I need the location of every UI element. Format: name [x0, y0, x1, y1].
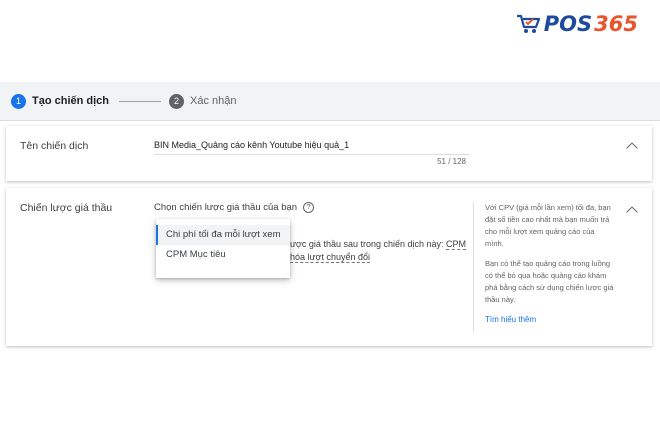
bidding-strategy-label: Chiến lược giá thầu: [20, 202, 113, 214]
character-counter: 51 / 128: [437, 157, 466, 166]
help-side-panel: Với CPV (giá mỗi lần xem) tối đa, bạn đặ…: [485, 202, 615, 326]
side-divider: [473, 202, 474, 332]
step-confirm[interactable]: 2 Xác nhận: [169, 93, 237, 109]
step-label-2: Xác nhận: [190, 95, 237, 107]
step-label-1: Tạo chiến dịch: [32, 95, 110, 107]
pos365-logo: POS 365: [516, 12, 638, 36]
cpm-link[interactable]: CPM: [446, 239, 467, 250]
partial-description-text: ược giá thầu sau trong chiến dịch này: C…: [290, 239, 467, 250]
cart-icon: [516, 14, 540, 33]
conversion-link[interactable]: hóa lượt chuyển đổi: [290, 252, 370, 263]
step-connector: [119, 100, 162, 102]
campaign-name-section: Tên chiến dịch BIN Media_Quảng cáo kênh …: [6, 126, 652, 181]
collapse-chevron-icon[interactable]: [626, 206, 638, 218]
bidding-strategy-section: Chiến lược giá thầu Chọn chiến lược giá …: [6, 188, 652, 346]
campaign-name-label: Tên chiến dịch: [20, 140, 89, 152]
help-circle-icon[interactable]: ?: [303, 202, 315, 213]
step-number-2: 2: [169, 93, 185, 109]
option-max-cpv[interactable]: Chi phí tối đa mỗi lượt xem: [156, 225, 290, 245]
stepper: 1 Tạo chiến dịch 2 Xác nhận: [0, 82, 660, 121]
bidding-strategy-select[interactable]: Chọn chiến lược giá thầu của bạn ?: [154, 202, 315, 213]
campaign-name-underline: [154, 154, 470, 155]
side-paragraph-1: Với CPV (giá mỗi lần xem) tối đa, bạn đặ…: [485, 203, 611, 248]
bidding-prompt-text: Chọn chiến lược giá thầu của bạn: [154, 202, 298, 213]
partial-text-1: ược giá thầu sau trong chiến dịch này:: [290, 239, 444, 249]
campaign-name-input[interactable]: BIN Media_Quảng cáo kênh Youtube hiệu qu…: [154, 140, 349, 150]
learn-more-link[interactable]: Tìm hiểu thêm: [485, 315, 536, 324]
step-number-1: 1: [11, 93, 26, 109]
logo-number: 365: [594, 12, 638, 36]
side-paragraph-2: Bạn có thể tạo quảng cáo trong luồng có …: [485, 259, 614, 304]
option-target-cpm[interactable]: CPM Mục tiêu: [156, 245, 290, 265]
logo-text: POS: [543, 12, 593, 36]
partial-description-text-2: hóa lượt chuyển đổi: [290, 252, 370, 263]
collapse-chevron-icon[interactable]: [626, 142, 638, 154]
step-create-campaign[interactable]: 1 Tạo chiến dịch: [11, 93, 110, 109]
bidding-options-dropdown: Chi phí tối đa mỗi lượt xem CPM Mục tiêu: [156, 219, 290, 278]
